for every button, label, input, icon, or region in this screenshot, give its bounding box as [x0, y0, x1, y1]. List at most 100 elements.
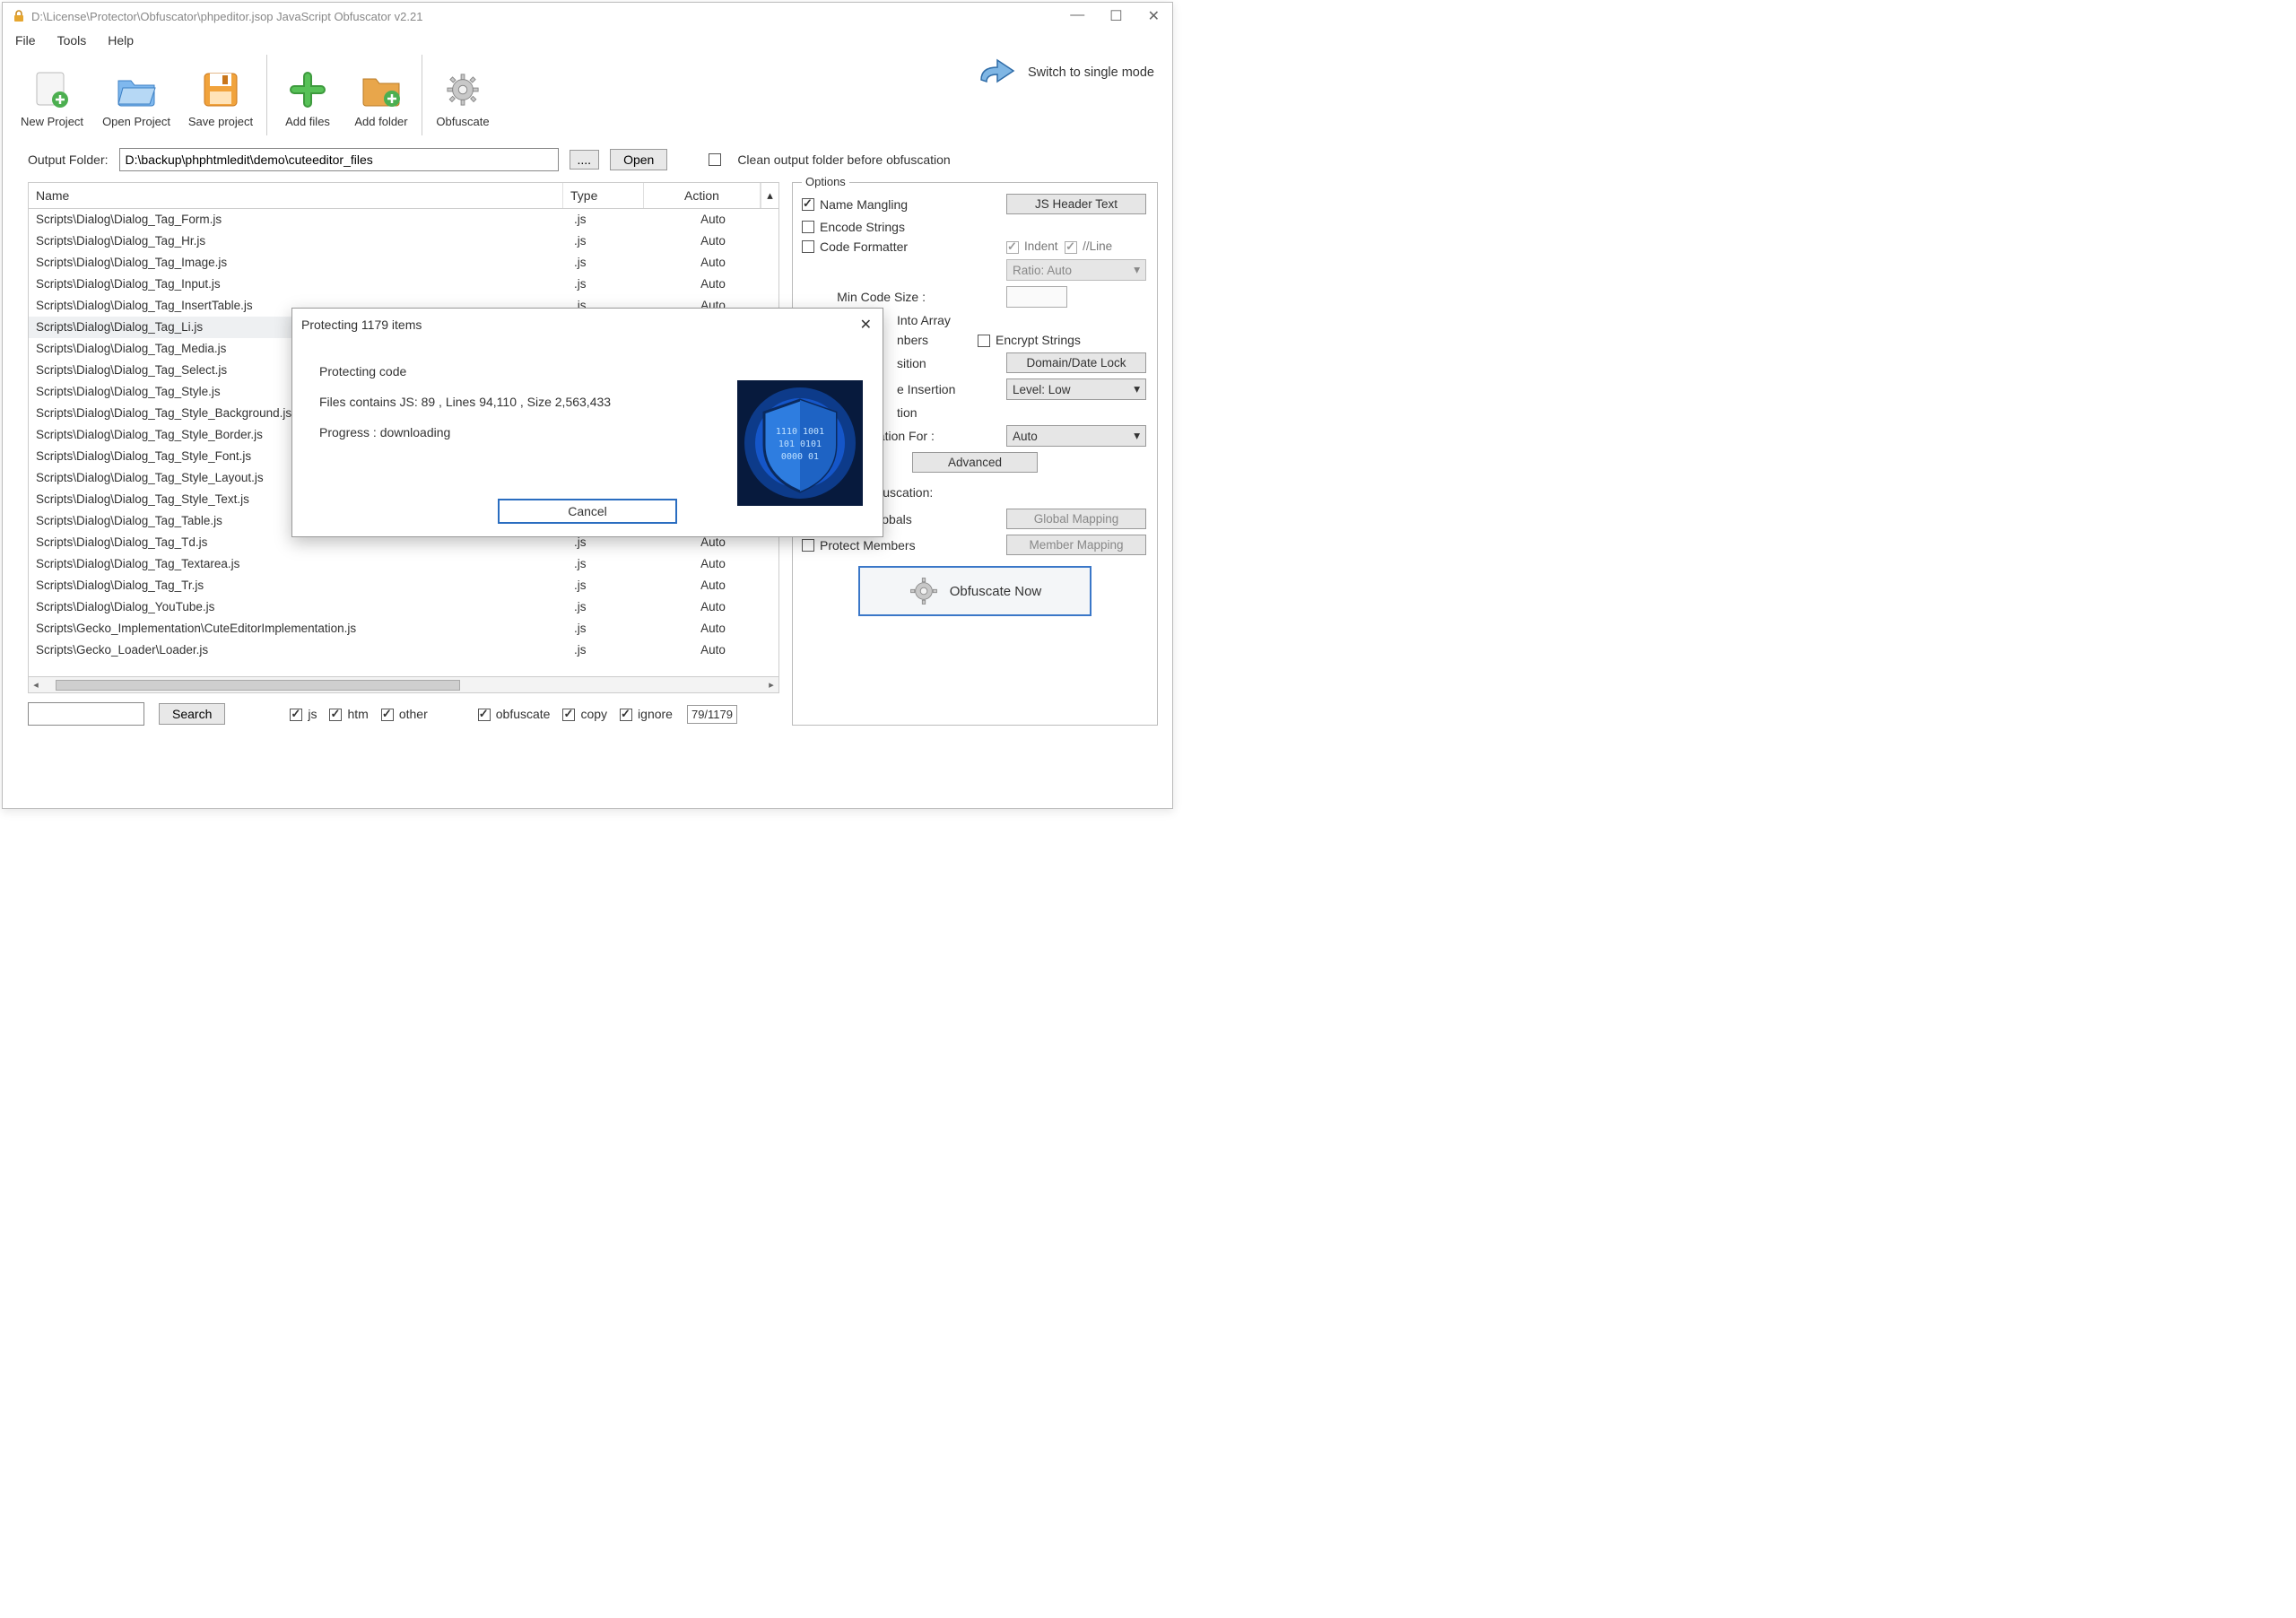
name-mangling-checkbox[interactable]: [802, 198, 814, 211]
file-count: 79/1179: [687, 705, 737, 724]
add-folder-icon: [360, 68, 403, 111]
new-project-icon: [30, 68, 74, 111]
file-action: Auto: [655, 231, 771, 251]
shield-icon: 1110 1001 101 0101 0000 01: [737, 380, 863, 506]
scroll-up-arrow[interactable]: ▴: [761, 183, 778, 208]
output-folder-input[interactable]: [119, 148, 559, 171]
level-select[interactable]: Level: Low▾: [1006, 378, 1146, 400]
encode-strings-checkbox[interactable]: [802, 221, 814, 233]
file-name: Scripts\Gecko_Loader\Loader.js: [36, 640, 574, 660]
dialog-close-button[interactable]: ✕: [860, 316, 872, 334]
menu-tools[interactable]: Tools: [57, 33, 87, 48]
file-row[interactable]: Scripts\Dialog\Dialog_Tag_Input.js.jsAut…: [29, 274, 778, 295]
col-type[interactable]: Type: [563, 183, 644, 208]
horizontal-scrollbar[interactable]: ◂ ▸: [28, 677, 779, 693]
menu-file[interactable]: File: [15, 33, 36, 48]
menu-help[interactable]: Help: [108, 33, 134, 48]
js-header-button[interactable]: JS Header Text: [1006, 194, 1146, 214]
browse-button[interactable]: ....: [570, 150, 600, 170]
gear-icon: [441, 68, 484, 111]
file-row[interactable]: Scripts\Dialog\Dialog_Tag_Image.js.jsAut…: [29, 252, 778, 274]
lock-icon: [12, 9, 26, 23]
encrypt-strings-checkbox[interactable]: [978, 335, 990, 347]
output-folder-label: Output Folder:: [28, 152, 109, 167]
filter-other-checkbox[interactable]: [381, 709, 394, 721]
clean-output-checkbox[interactable]: [709, 153, 721, 166]
open-project-button[interactable]: Open Project: [94, 55, 178, 132]
file-type: .js: [574, 253, 655, 273]
file-type: .js: [574, 597, 655, 617]
window-title: D:\License\Protector\Obfuscator\phpedito…: [31, 10, 422, 23]
close-button[interactable]: ✕: [1148, 7, 1160, 25]
chevron-down-icon: ▾: [1134, 429, 1140, 443]
titlebar: D:\License\Protector\Obfuscator\phpedito…: [3, 3, 1172, 30]
col-name[interactable]: Name: [29, 183, 563, 208]
add-folder-button[interactable]: Add folder: [344, 55, 418, 132]
minimize-button[interactable]: —: [1070, 7, 1084, 25]
open-button[interactable]: Open: [610, 149, 667, 170]
file-type: .js: [574, 576, 655, 596]
min-code-size-input[interactable]: [1006, 286, 1067, 308]
gear-icon: [909, 576, 939, 606]
arrow-icon: [976, 55, 1019, 91]
file-type: .js: [574, 554, 655, 574]
file-name: Scripts\Dialog\Dialog_Tag_Hr.js: [36, 231, 574, 251]
file-action: Auto: [655, 274, 771, 294]
maximize-button[interactable]: ☐: [1109, 7, 1122, 25]
file-action: Auto: [655, 619, 771, 639]
ratio-select: Ratio: Auto▾: [1006, 259, 1146, 281]
app-window: D:\License\Protector\Obfuscator\phpedito…: [2, 2, 1173, 809]
filter-obfuscate-checkbox[interactable]: [478, 709, 491, 721]
file-action: Auto: [655, 597, 771, 617]
col-action[interactable]: Action: [644, 183, 761, 208]
search-input[interactable]: [28, 702, 144, 726]
dialog-title: Protecting 1179 items: [301, 318, 422, 332]
scroll-left-arrow[interactable]: ◂: [29, 679, 43, 691]
filter-ignore-checkbox[interactable]: [620, 709, 632, 721]
file-row[interactable]: Scripts\Dialog\Dialog_Tag_Hr.js.jsAuto: [29, 231, 778, 252]
file-name: Scripts\Dialog\Dialog_Tag_Input.js: [36, 274, 574, 294]
svg-text:1110 1001: 1110 1001: [776, 427, 824, 437]
file-name: Scripts\Dialog\Dialog_Tag_Textarea.js: [36, 554, 574, 574]
indent-checkbox: [1006, 241, 1019, 254]
file-type: .js: [574, 619, 655, 639]
file-row[interactable]: Scripts\Dialog\Dialog_Tag_Form.js.jsAuto: [29, 209, 778, 231]
filter-copy-checkbox[interactable]: [562, 709, 575, 721]
dialog-cancel-button[interactable]: Cancel: [498, 499, 677, 524]
output-folder-row: Output Folder: .... Open Clean output fo…: [3, 135, 1172, 178]
domain-lock-button[interactable]: Domain/Date Lock: [1006, 352, 1146, 373]
code-opt-select[interactable]: Auto▾: [1006, 425, 1146, 447]
global-mapping-button[interactable]: Global Mapping: [1006, 509, 1146, 529]
file-row[interactable]: Scripts\Dialog\Dialog_Tag_Tr.js.jsAuto: [29, 575, 778, 596]
scroll-right-arrow[interactable]: ▸: [764, 679, 778, 691]
file-name: Scripts\Dialog\Dialog_Tag_Image.js: [36, 253, 574, 273]
options-legend: Options: [802, 175, 849, 188]
add-files-button[interactable]: Add files: [271, 55, 344, 132]
file-type: .js: [574, 274, 655, 294]
svg-text:0000 01: 0000 01: [781, 452, 819, 462]
new-project-button[interactable]: New Project: [10, 55, 94, 132]
protect-members-checkbox[interactable]: [802, 539, 814, 552]
file-row[interactable]: Scripts\Gecko_Implementation\CuteEditorI…: [29, 618, 778, 639]
advanced-button[interactable]: Advanced: [912, 452, 1038, 473]
obfuscate-now-button[interactable]: Obfuscate Now: [858, 566, 1091, 616]
file-type: .js: [574, 231, 655, 251]
file-row[interactable]: Scripts\Dialog\Dialog_YouTube.js.jsAuto: [29, 596, 778, 618]
file-row[interactable]: Scripts\Dialog\Dialog_Tag_Textarea.js.js…: [29, 553, 778, 575]
filter-bar: Search js htm other obfuscate copy ignor…: [28, 693, 779, 726]
file-type: .js: [574, 640, 655, 660]
file-list-header: Name Type Action ▴: [28, 182, 779, 209]
obfuscate-button[interactable]: Obfuscate: [426, 55, 500, 132]
file-action: Auto: [655, 554, 771, 574]
switch-mode-button[interactable]: Switch to single mode: [976, 55, 1169, 91]
filter-js-checkbox[interactable]: [290, 709, 302, 721]
scrollbar-thumb[interactable]: [56, 680, 460, 691]
file-name: Scripts\Dialog\Dialog_Tag_Form.js: [36, 210, 574, 230]
file-row[interactable]: Scripts\Gecko_Loader\Loader.js.jsAuto: [29, 639, 778, 661]
search-button[interactable]: Search: [159, 703, 225, 725]
code-formatter-checkbox[interactable]: [802, 240, 814, 253]
svg-text:101 0101: 101 0101: [778, 439, 822, 449]
filter-htm-checkbox[interactable]: [329, 709, 342, 721]
member-mapping-button[interactable]: Member Mapping: [1006, 535, 1146, 555]
save-project-button[interactable]: Save project: [178, 55, 263, 132]
